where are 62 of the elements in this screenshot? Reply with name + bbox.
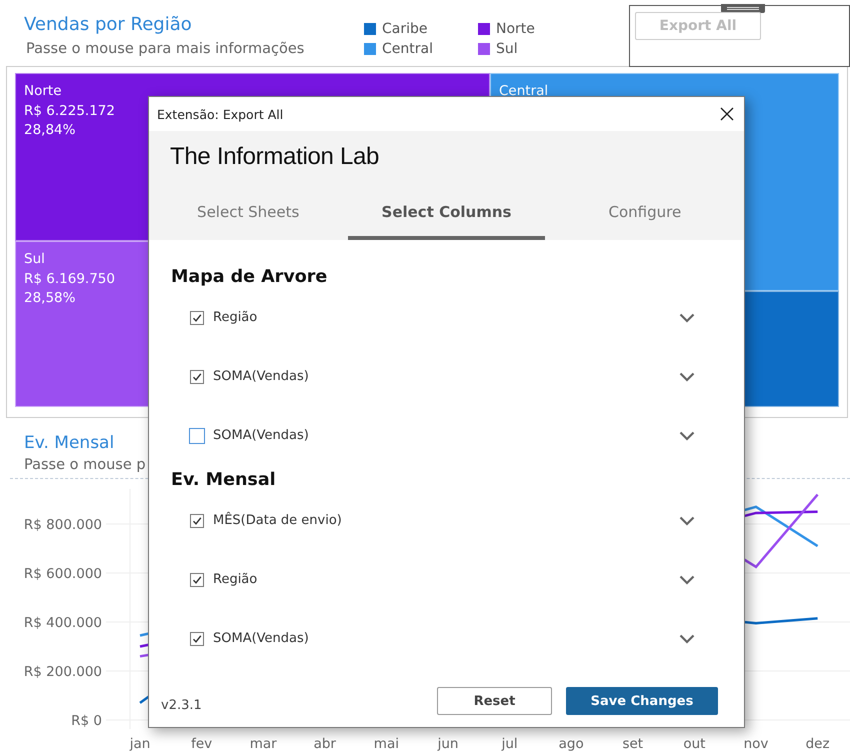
column-label: Região: [213, 310, 258, 325]
legend-label: Sul: [496, 41, 518, 57]
chevron-down-icon[interactable]: [679, 312, 695, 322]
checkbox[interactable]: [190, 514, 204, 528]
axis-label: nov: [744, 736, 768, 752]
axis-label: fev: [191, 736, 212, 752]
chevron-down-icon[interactable]: [679, 634, 695, 644]
brand-logo: The Information Lab: [170, 143, 380, 170]
tab[interactable]: Configure: [546, 188, 743, 240]
axis-label: R$ 400.000: [24, 615, 102, 631]
axis-label: set: [622, 736, 644, 752]
treemap-label: R$ 6.169.750: [24, 270, 115, 288]
treemap-label: Sul: [24, 250, 45, 269]
axis-label: R$ 0: [71, 713, 102, 729]
checkbox[interactable]: [189, 428, 205, 444]
checkbox[interactable]: [190, 310, 204, 324]
chart-title: Ev. Mensal: [24, 432, 114, 454]
column-label: SOMA(Vendas): [213, 631, 310, 646]
axis-label: jul: [502, 736, 518, 752]
column-label: SOMA(Vendas): [213, 369, 310, 384]
checkbox[interactable]: [190, 370, 204, 384]
dialog-title: Extensão: Export All: [157, 106, 284, 122]
column-label: MÊS(Data de envio): [213, 513, 343, 528]
drag-handle-icon[interactable]: [721, 4, 765, 13]
axis-label: out: [683, 736, 706, 752]
axis-label: jan: [130, 736, 150, 752]
treemap-label: Central: [499, 82, 548, 101]
column-label: Região: [213, 572, 258, 587]
axis-label: mai: [374, 736, 399, 752]
axis-label: ago: [558, 736, 584, 752]
axis-label: abr: [314, 736, 336, 752]
axis-label: jun: [438, 736, 458, 752]
dashboard-title: Vendas por Região: [24, 13, 193, 37]
treemap-label: R$ 6.225.172: [24, 102, 115, 120]
save-changes-button[interactable]: Save Changes: [566, 687, 718, 715]
tab[interactable]: Select Sheets: [150, 188, 346, 240]
axis-label: R$ 800.000: [24, 517, 102, 533]
chevron-down-icon[interactable]: [679, 574, 695, 584]
version-label: v2.3.1: [161, 696, 203, 712]
section-heading: Ev. Mensal: [171, 469, 277, 491]
legend-label: Central: [382, 41, 433, 57]
axis-label: R$ 200.000: [24, 664, 102, 680]
chart-subtitle: Passe o mouse p: [24, 456, 146, 475]
section-heading: Mapa de Arvore: [171, 266, 328, 288]
chevron-down-icon[interactable]: [679, 516, 695, 526]
legend-label: Norte: [496, 21, 535, 37]
treemap-label: 28,58%: [24, 289, 76, 308]
axis-label: R$ 600.000: [24, 566, 102, 582]
checkbox[interactable]: [190, 632, 204, 646]
axis-label: mar: [250, 736, 277, 752]
checkbox[interactable]: [190, 572, 204, 586]
reset-button[interactable]: Reset: [437, 687, 552, 715]
axis-label: dez: [806, 736, 830, 752]
chevron-down-icon[interactable]: [679, 430, 695, 440]
close-icon[interactable]: [720, 107, 734, 121]
tab[interactable]: Select Columns: [348, 188, 545, 240]
column-label: SOMA(Vendas): [213, 428, 310, 443]
dashboard-subtitle: Passe o mouse para mais informações: [26, 40, 306, 59]
legend-label: Caribe: [382, 21, 428, 37]
treemap-label: 28,84%: [24, 121, 76, 140]
chevron-down-icon[interactable]: [679, 372, 695, 382]
treemap-label: Norte: [24, 82, 62, 101]
